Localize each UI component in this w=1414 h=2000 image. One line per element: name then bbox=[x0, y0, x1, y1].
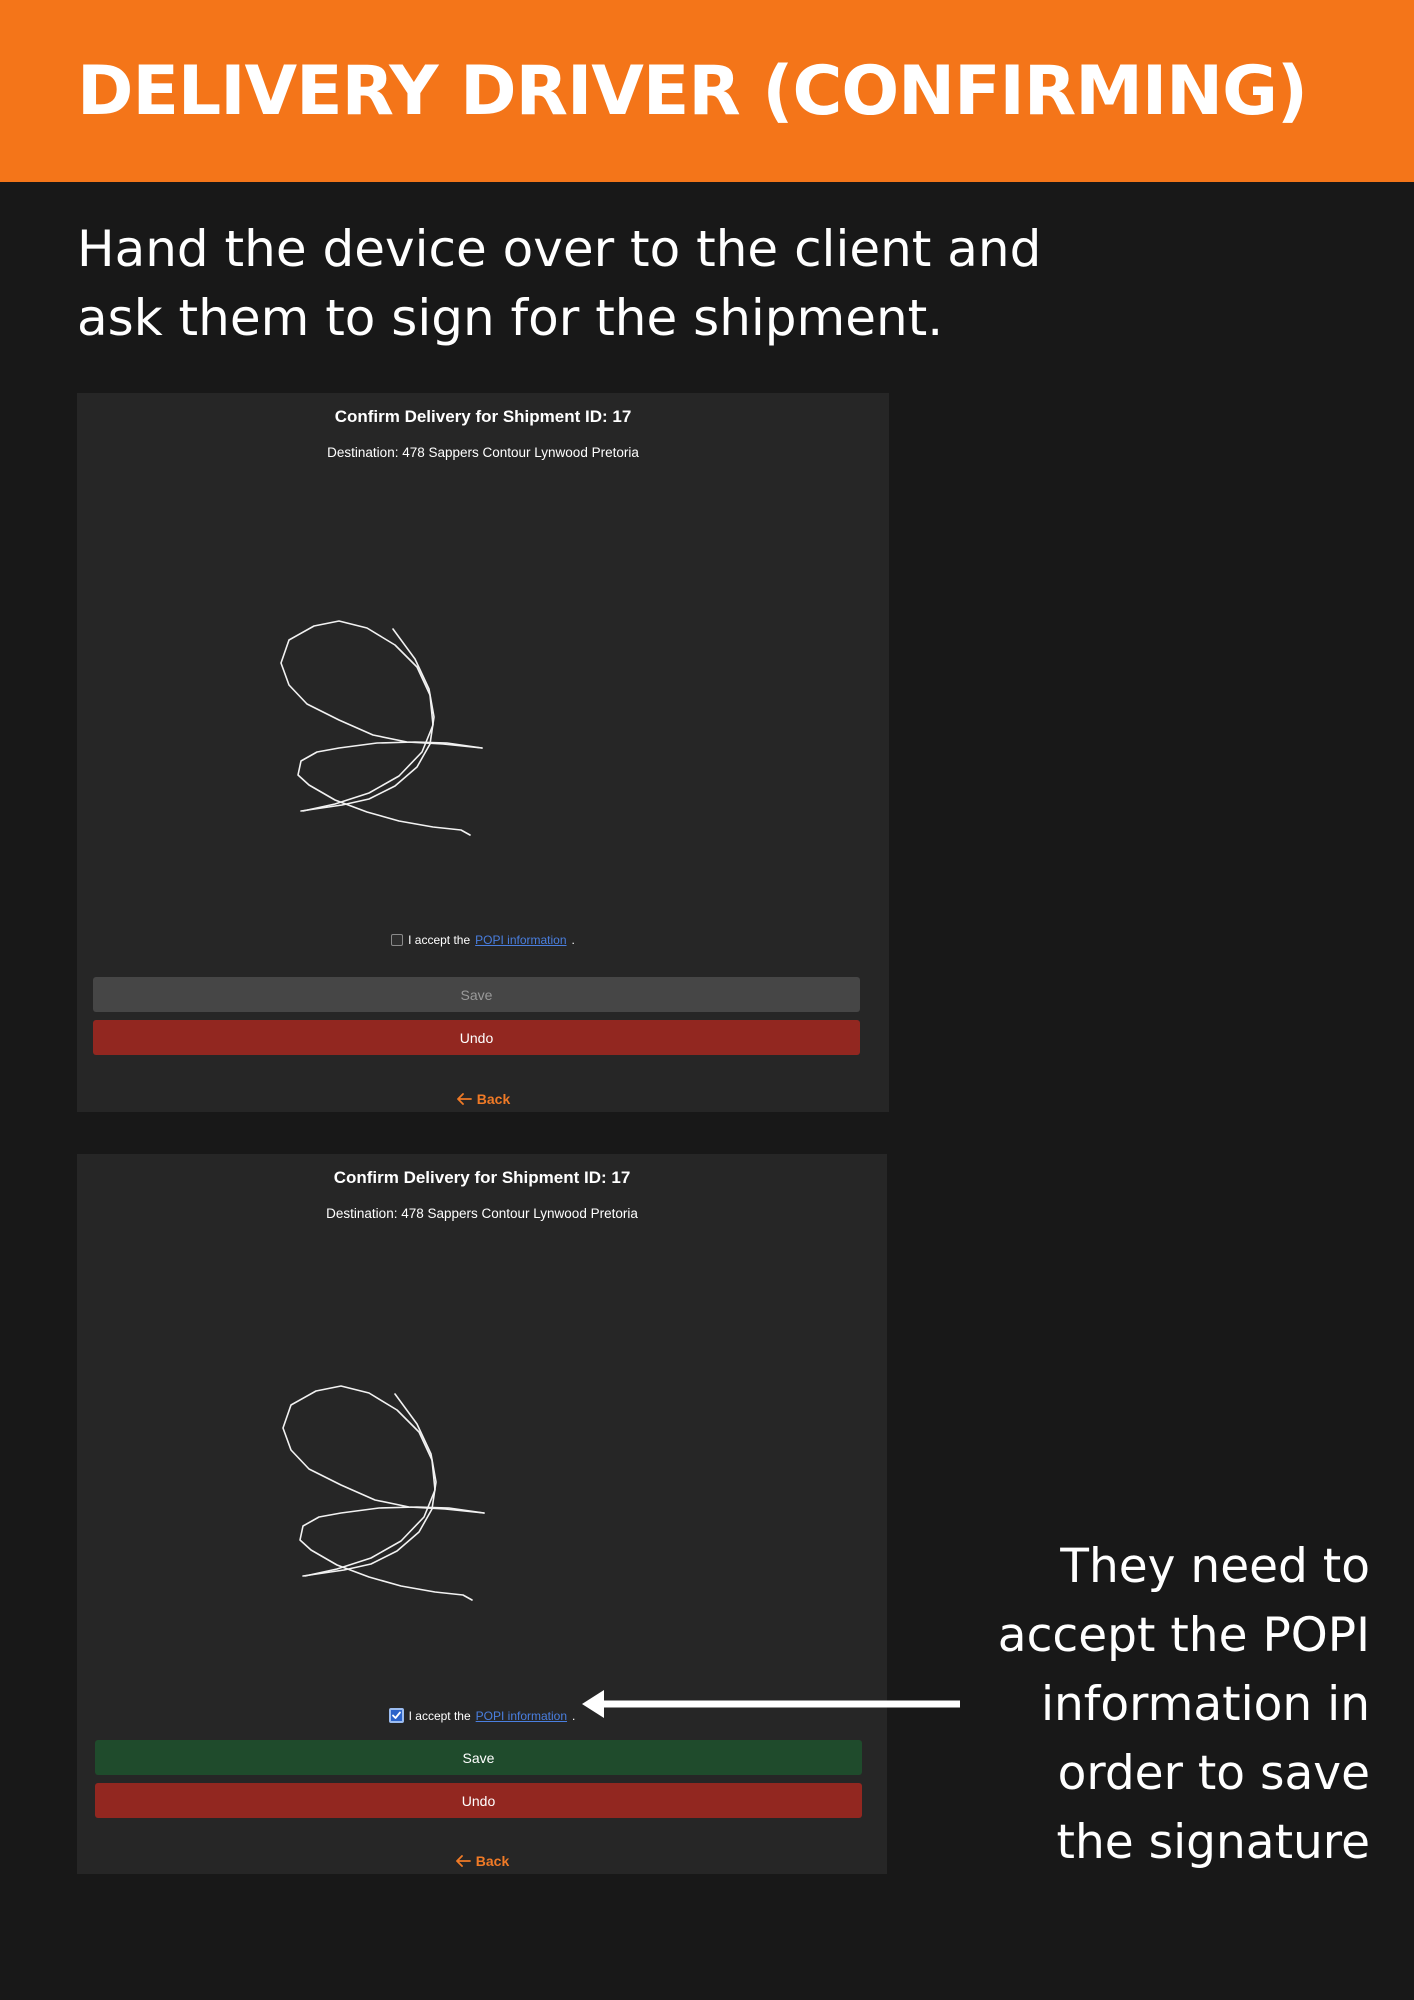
undo-button[interactable]: Undo bbox=[95, 1783, 862, 1818]
signature-pad[interactable] bbox=[77, 1224, 887, 1684]
confirm-delivery-screen-after: Confirm Delivery for Shipment ID: 17 Des… bbox=[77, 1154, 887, 1874]
intro-text: Hand the device over to the client and a… bbox=[77, 215, 1077, 353]
popi-info-link[interactable]: POPI information bbox=[476, 1709, 567, 1723]
back-link[interactable]: Back bbox=[77, 1091, 889, 1107]
callout-text: They need to accept the POPI information… bbox=[940, 1532, 1370, 1877]
confirm-delivery-screen-before: Confirm Delivery for Shipment ID: 17 Des… bbox=[77, 393, 889, 1112]
back-label: Back bbox=[476, 1091, 511, 1107]
screen-title: Confirm Delivery for Shipment ID: 17 bbox=[333, 1168, 631, 1187]
accept-suffix: . bbox=[571, 933, 575, 947]
callout-line-5: the signature bbox=[1056, 1815, 1370, 1870]
callout-line-3: information in bbox=[1040, 1677, 1370, 1732]
header-banner: DELIVERY DRIVER (CONFIRMING) bbox=[0, 0, 1414, 182]
arrow-left-icon bbox=[455, 1855, 471, 1867]
page-title: DELIVERY DRIVER (CONFIRMING) bbox=[77, 52, 1308, 131]
screen-title: Confirm Delivery for Shipment ID: 17 bbox=[334, 407, 632, 426]
callout-line-4: order to save bbox=[1057, 1746, 1370, 1801]
accept-label: I accept the bbox=[408, 933, 471, 947]
callout-arrow-icon bbox=[582, 1690, 960, 1718]
destination-text: Destination: 478 Sappers Contour Lynwood… bbox=[327, 445, 639, 460]
signature-pad[interactable] bbox=[77, 463, 889, 923]
popi-accept-row: I accept the POPI information. bbox=[77, 933, 889, 947]
back-label: Back bbox=[475, 1853, 510, 1869]
popi-checkbox[interactable] bbox=[388, 1708, 404, 1723]
undo-button[interactable]: Undo bbox=[93, 1020, 860, 1055]
save-button[interactable]: Save bbox=[93, 977, 860, 1012]
signature-stroke bbox=[282, 1385, 485, 1601]
intro-line-2: ask them to sign for the shipment. bbox=[77, 289, 944, 347]
back-link[interactable]: Back bbox=[77, 1853, 887, 1869]
popi-info-link[interactable]: POPI information bbox=[475, 933, 566, 947]
intro-line-1: Hand the device over to the client and bbox=[77, 220, 1042, 278]
destination-text: Destination: 478 Sappers Contour Lynwood… bbox=[326, 1206, 638, 1221]
callout-line-2: accept the POPI bbox=[997, 1608, 1370, 1663]
accept-suffix: . bbox=[572, 1708, 576, 1723]
arrow-left-icon bbox=[456, 1093, 472, 1105]
save-button[interactable]: Save bbox=[95, 1740, 862, 1775]
popi-checkbox[interactable] bbox=[391, 934, 404, 946]
accept-label: I accept the bbox=[408, 1708, 471, 1723]
signature-stroke bbox=[280, 620, 483, 836]
checkmark-icon bbox=[391, 1711, 401, 1719]
callout-line-1: They need to bbox=[1060, 1539, 1370, 1594]
